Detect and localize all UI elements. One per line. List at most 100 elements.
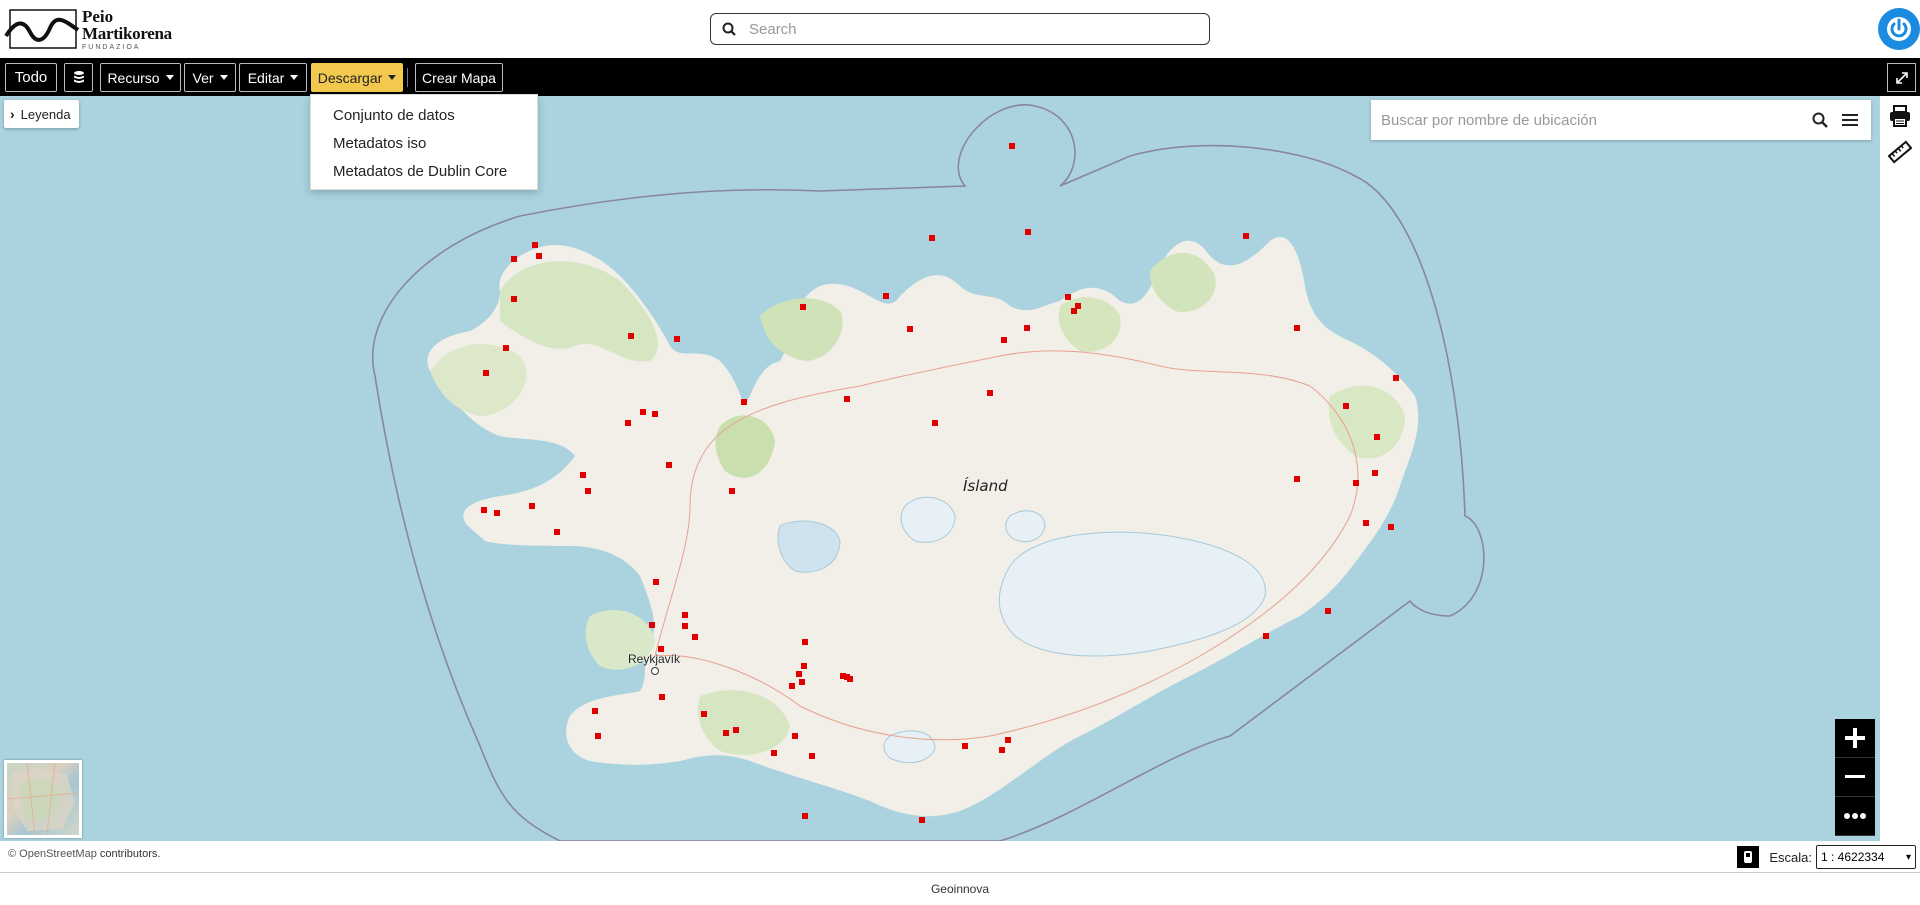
legend-toggle[interactable]: › Leyenda [4,100,79,128]
data-point-marker[interactable] [1071,308,1077,314]
data-point-marker[interactable] [659,694,665,700]
data-point-marker[interactable] [907,326,913,332]
scale-select[interactable]: 1 : 4622334 ▾ [1816,845,1916,869]
data-point-marker[interactable] [802,639,808,645]
data-point-marker[interactable] [640,409,646,415]
power-button[interactable] [1878,8,1920,50]
data-point-marker[interactable] [883,293,889,299]
menu-icon[interactable] [1835,105,1865,135]
data-point-marker[interactable] [682,612,688,618]
data-point-marker[interactable] [1325,608,1331,614]
data-point-marker[interactable] [692,634,698,640]
data-point-marker[interactable] [585,488,591,494]
data-point-marker[interactable] [932,420,938,426]
data-point-marker[interactable] [511,296,517,302]
data-point-marker[interactable] [653,579,659,585]
logo[interactable]: Peio Martikorena FUNDAZIOA [4,6,184,52]
data-point-marker[interactable] [987,390,993,396]
data-point-marker[interactable] [1009,143,1015,149]
data-point-marker[interactable] [701,711,707,717]
data-point-marker[interactable] [652,411,658,417]
data-point-marker[interactable] [1388,524,1394,530]
map-canvas[interactable]: Ísland Reykjavík [0,96,1880,841]
data-point-marker[interactable] [1363,520,1369,526]
data-point-marker[interactable] [799,679,805,685]
overview-map[interactable] [4,760,82,838]
data-point-marker[interactable] [999,747,1005,753]
data-point-marker[interactable] [595,733,601,739]
data-point-marker[interactable] [1263,633,1269,639]
location-search-input[interactable] [1379,110,1805,130]
data-point-marker[interactable] [802,813,808,819]
print-button[interactable] [1886,102,1914,130]
data-point-marker[interactable] [844,396,850,402]
data-point-marker[interactable] [1005,737,1011,743]
data-point-marker[interactable] [1353,480,1359,486]
data-point-marker[interactable] [1393,375,1399,381]
top-search-input[interactable] [747,19,1209,39]
data-point-marker[interactable] [682,623,688,629]
data-point-marker[interactable] [483,370,489,376]
menu-item-conjunto-datos[interactable]: Conjunto de datos [311,101,537,129]
data-point-marker[interactable] [666,462,672,468]
data-point-marker[interactable] [580,472,586,478]
osm-attribution-link[interactable]: © OpenStreetMap [8,848,97,860]
data-point-marker[interactable] [840,673,846,679]
data-point-marker[interactable] [1065,294,1071,300]
data-point-marker[interactable] [929,235,935,241]
data-point-marker[interactable] [729,488,735,494]
data-point-marker[interactable] [741,399,747,405]
search-icon[interactable] [1805,105,1835,135]
data-point-marker[interactable] [511,256,517,262]
locate-button[interactable] [1737,846,1760,868]
data-point-marker[interactable] [649,622,655,628]
layers-button[interactable] [64,63,93,92]
data-point-marker[interactable] [1372,470,1378,476]
ver-menu[interactable]: Ver [184,63,236,92]
measure-button[interactable] [1886,138,1914,166]
crear-mapa-button[interactable]: Crear Mapa [415,63,503,92]
data-point-marker[interactable] [796,671,802,677]
zoom-out-button[interactable] [1835,758,1875,797]
data-point-marker[interactable] [674,336,680,342]
data-point-marker[interactable] [1024,325,1030,331]
menu-item-metadatos-dublin-core[interactable]: Metadatos de Dublin Core [311,157,537,185]
data-point-marker[interactable] [723,730,729,736]
editar-menu[interactable]: Editar [239,63,307,92]
data-point-marker[interactable] [1374,434,1380,440]
data-point-marker[interactable] [1294,476,1300,482]
more-options-button[interactable] [1835,797,1875,836]
data-point-marker[interactable] [1243,233,1249,239]
data-point-marker[interactable] [529,503,535,509]
data-point-marker[interactable] [1025,229,1031,235]
data-point-marker[interactable] [1294,325,1300,331]
data-point-marker[interactable] [536,253,542,259]
search-icon[interactable] [711,14,747,44]
data-point-marker[interactable] [801,663,807,669]
data-point-marker[interactable] [503,345,509,351]
data-point-marker[interactable] [481,507,487,513]
data-point-marker[interactable] [919,817,925,823]
data-point-marker[interactable] [1343,403,1349,409]
data-point-marker[interactable] [809,753,815,759]
recurso-menu[interactable]: Recurso [100,63,181,92]
data-point-marker[interactable] [532,242,538,248]
data-point-marker[interactable] [771,750,777,756]
zoom-in-button[interactable] [1835,719,1875,758]
data-point-marker[interactable] [625,420,631,426]
data-point-marker[interactable] [592,708,598,714]
data-point-marker[interactable] [789,683,795,689]
data-point-marker[interactable] [494,510,500,516]
data-point-marker[interactable] [800,304,806,310]
todo-button[interactable]: Todo [5,63,57,92]
fullscreen-button[interactable] [1887,63,1916,92]
descargar-menu[interactable]: Descargar [311,63,403,92]
data-point-marker[interactable] [847,676,853,682]
data-point-marker[interactable] [1001,337,1007,343]
data-point-marker[interactable] [628,333,634,339]
data-point-marker[interactable] [554,529,560,535]
data-point-marker[interactable] [792,733,798,739]
data-point-marker[interactable] [733,727,739,733]
menu-item-metadatos-iso[interactable]: Metadatos iso [311,129,537,157]
data-point-marker[interactable] [962,743,968,749]
